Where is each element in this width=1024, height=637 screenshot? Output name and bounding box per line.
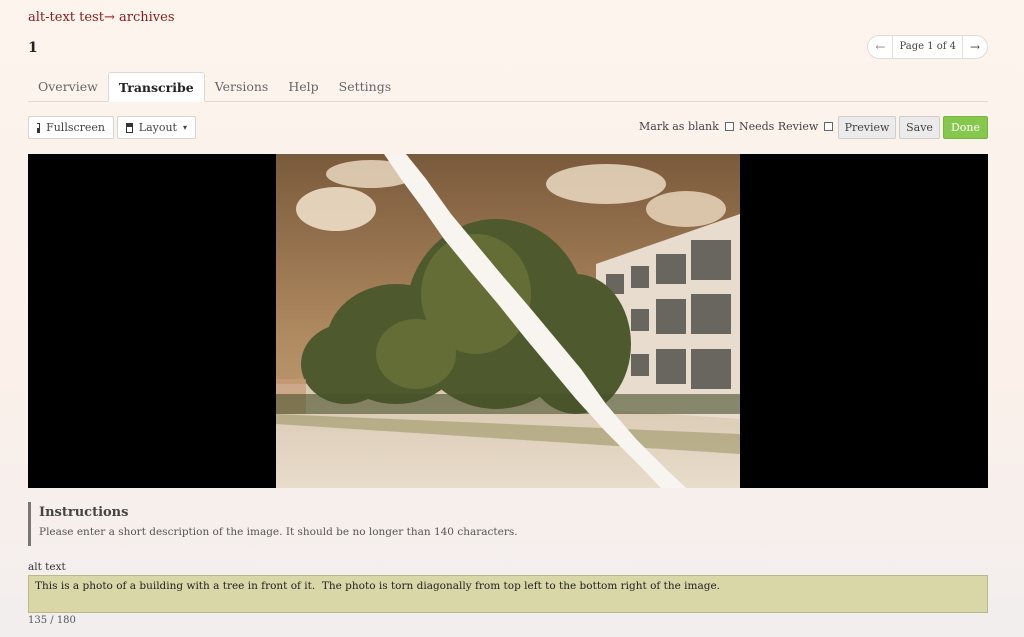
breadcrumb-project-link[interactable]: alt-text test xyxy=(28,10,104,25)
page-title: 1 xyxy=(28,40,38,56)
mark-blank-checkbox-group: Mark as blank xyxy=(639,120,734,133)
instructions-text: Please enter a short description of the … xyxy=(39,526,518,538)
character-counter: 135 / 180 xyxy=(28,615,76,626)
mark-blank-label: Mark as blank xyxy=(639,120,719,133)
needs-review-label: Needs Review xyxy=(739,120,819,133)
instructions-panel: Instructions Please enter a short descri… xyxy=(28,502,988,546)
image-viewer[interactable] xyxy=(28,154,988,488)
next-page-arrow-icon[interactable]: → xyxy=(963,36,987,58)
page-indicator: Page 1 of 4 xyxy=(892,36,963,58)
mark-blank-checkbox[interactable] xyxy=(724,122,734,131)
layout-label: Layout xyxy=(138,121,177,134)
layout-icon xyxy=(126,122,133,133)
done-button[interactable]: Done xyxy=(943,116,988,139)
layout-dropdown[interactable]: Layout ▾ xyxy=(117,116,196,139)
tab-help[interactable]: Help xyxy=(278,72,328,102)
needs-review-checkbox-group: Needs Review xyxy=(739,120,834,133)
fullscreen-button[interactable]: Fullscreen xyxy=(28,116,114,139)
tab-versions[interactable]: Versions xyxy=(205,72,279,102)
preview-button[interactable]: Preview xyxy=(838,116,896,139)
tab-transcribe[interactable]: Transcribe xyxy=(107,72,205,102)
alt-text-field[interactable]: This is a photo of a building with a tre… xyxy=(28,575,988,613)
pager: ← Page 1 of 4 → xyxy=(867,35,988,59)
breadcrumb: alt-text test→ archives xyxy=(28,10,175,25)
prev-page-arrow-icon[interactable]: ← xyxy=(868,36,892,58)
chevron-down-icon: ▾ xyxy=(182,123,187,132)
tab-overview[interactable]: Overview xyxy=(28,72,108,102)
breadcrumb-arrow: → xyxy=(103,10,115,25)
alt-text-label: alt text xyxy=(28,561,66,573)
instructions-title: Instructions xyxy=(39,505,129,520)
fullscreen-icon xyxy=(35,122,41,133)
fullscreen-label: Fullscreen xyxy=(46,121,105,134)
document-photo xyxy=(276,154,740,488)
breadcrumb-section-link[interactable]: archives xyxy=(119,10,175,25)
tab-settings[interactable]: Settings xyxy=(329,72,401,102)
needs-review-checkbox[interactable] xyxy=(824,122,834,131)
tab-bar: Overview Transcribe Versions Help Settin… xyxy=(28,72,988,102)
save-button[interactable]: Save xyxy=(899,116,940,139)
